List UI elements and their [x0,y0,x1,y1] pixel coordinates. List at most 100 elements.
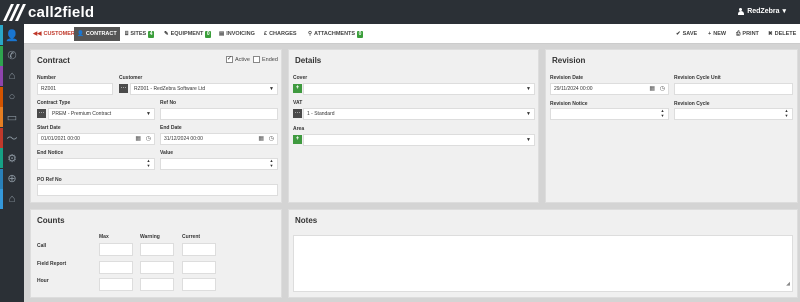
tag-icon: ⌂ [8,70,16,82]
panel-title: Revision [552,56,586,65]
user-name: RedZebra [747,7,780,15]
sidebar-accent-bar [0,168,3,189]
new-button[interactable]: + NEW [708,27,726,41]
po-ref-label: PO Ref No [37,177,62,183]
number-field[interactable]: RZ001 [37,83,113,95]
add-cover-button[interactable]: + [293,84,302,93]
spinner-arrows-icon[interactable]: ▲ ▼ [660,109,665,119]
tab-label: CONTRACT [85,31,117,37]
contract-type-lookup-button[interactable]: … [37,109,46,118]
delete-label: DELETE [774,31,797,37]
cycle-unit-field[interactable] [674,83,793,95]
contract-panel: Contract ✓ Active Ended Number RZ001 Cus… [30,49,282,203]
revision-cycle-field[interactable]: ▲ ▼ [674,108,793,120]
customer-select[interactable]: RZ001 - RedZebra Software Ltd ▼ [130,83,278,95]
ended-checkbox[interactable]: Ended [253,56,278,63]
tab-label: ATTACHMENTS [314,31,356,37]
hour-max-field[interactable] [99,278,133,291]
sidebar-item-crosshair[interactable]: ⊕ [0,168,24,189]
details-panel: Details Cover + ▼ VAT … 1 - Standard ▼ A… [288,49,539,203]
sidebar-item-folder[interactable]: ▭ [0,107,24,127]
resize-handle-icon[interactable]: ◢ [786,279,790,289]
start-date-field[interactable]: 01/01/2021 00:00 ▦ ◷ [37,133,155,145]
end-date-label: End Date [160,125,182,131]
top-bar: call2field RedZebra ▾ [0,0,800,24]
clock-icon[interactable]: ◷ [269,134,274,144]
column-header-current: Current [182,234,201,240]
end-notice-field[interactable]: ▲ ▼ [37,158,155,170]
end-date-field[interactable]: 31/12/2024 00:00 ▦ ◷ [160,133,278,145]
sidebar-accent-bar [0,189,3,209]
sidebar-item-person[interactable]: 👤 [0,25,24,45]
area-select[interactable]: ▼ [303,134,535,146]
sidebar-accent-bar [0,107,3,127]
caret-down-icon: ▾ [782,8,786,15]
contract-type-label: Contract Type [37,100,71,106]
end-date-value: 31/12/2024 00:00 [164,136,203,142]
ended-label: Ended [262,56,278,63]
customer-lookup-button[interactable]: … [119,84,128,93]
notes-textarea[interactable]: ◢ [293,235,793,292]
print-button[interactable]: ⎙ PRINT [736,27,759,41]
spinner-arrows-icon[interactable]: ▲ ▼ [269,159,274,169]
contract-type-select[interactable]: PREM - Premium Contract ▼ [48,108,155,120]
call-warning-field[interactable] [140,243,174,256]
sidebar-item-chat[interactable]: ○ [0,86,24,107]
area-label: Area [293,126,305,132]
field-report-max-field[interactable] [99,261,133,274]
tab-sites[interactable]: ⌸ SITES 4 [122,27,157,41]
column-header-max: Max [99,234,109,240]
call-current-field[interactable] [182,243,216,256]
calendar-icon[interactable]: ▦ [649,84,655,94]
vat-lookup-button[interactable]: … [293,109,302,118]
tab-charges[interactable]: £ CHARGES [261,27,300,41]
sidebar-item-home[interactable]: ⌂ [0,189,24,209]
tab-label: CHARGES [269,31,297,37]
cover-label: Cover [293,75,308,81]
count-badge: 0 [205,30,212,38]
revision-date-field[interactable]: 29/11/2024 00:00 ▦ ◷ [550,83,669,95]
calendar-icon[interactable]: ▦ [258,134,264,144]
tab-customer[interactable]: ◀◀ CUSTOMER [30,27,78,41]
tab-equipment[interactable]: ✎ EQUIPMENT 0 [161,27,214,41]
field-report-warning-field[interactable] [140,261,174,274]
sidebar-item-gear[interactable]: ⚙ [0,148,24,168]
app-logo[interactable]: call2field [2,2,94,22]
folder-icon: ▭ [6,111,18,124]
check-icon: ✔ [676,31,681,37]
count-badge: 4 [148,30,154,38]
spinner-arrows-icon[interactable]: ▲ ▼ [146,159,151,169]
field-report-current-field[interactable] [182,261,216,274]
clock-icon[interactable]: ◷ [660,84,665,94]
start-date-value: 01/01/2021 00:00 [41,136,80,142]
revision-notice-field[interactable]: ▲ ▼ [550,108,669,120]
cover-select[interactable]: ▼ [303,83,535,95]
save-button[interactable]: ✔ SAVE [676,27,697,41]
hour-current-field[interactable] [182,278,216,291]
sidebar-item-tag[interactable]: ⌂ [0,66,24,86]
crosshair-icon: ⊕ [7,173,17,185]
sidebar-accent-bar [0,86,3,107]
sidebar-item-trend[interactable]: 〜 [0,127,24,148]
end-notice-label: End Notice [37,150,64,156]
tab-invoicing[interactable]: ▤ INVOICING [216,27,258,41]
delete-button[interactable]: ✖ DELETE [768,27,796,41]
revision-date-value: 29/11/2024 00:00 [554,86,593,92]
calendar-icon[interactable]: ▦ [135,134,141,144]
tab-contract[interactable]: 👤 CONTRACT [74,27,120,41]
ref-no-field[interactable] [160,108,278,120]
active-checkbox[interactable]: ✓ Active [226,56,250,63]
hour-warning-field[interactable] [140,278,174,291]
value-field[interactable]: ▲ ▼ [160,158,278,170]
sidebar-item-phone[interactable]: ✆ [0,45,24,66]
clock-icon[interactable]: ◷ [146,134,151,144]
add-area-button[interactable]: + [293,135,302,144]
spinner-arrows-icon[interactable]: ▲ ▼ [784,109,789,119]
sidebar: 👤 ✆ ⌂ ○ ▭ 〜 ⚙ ⊕ ⌂ [0,24,24,302]
call-max-field[interactable] [99,243,133,256]
vat-select[interactable]: 1 - Standard ▼ [303,108,535,120]
row-label-hour: Hour [37,278,49,284]
tab-attachments[interactable]: ⚲ ATTACHMENTS 0 [305,27,366,41]
po-ref-field[interactable] [37,184,278,196]
user-menu[interactable]: RedZebra ▾ [737,7,786,15]
